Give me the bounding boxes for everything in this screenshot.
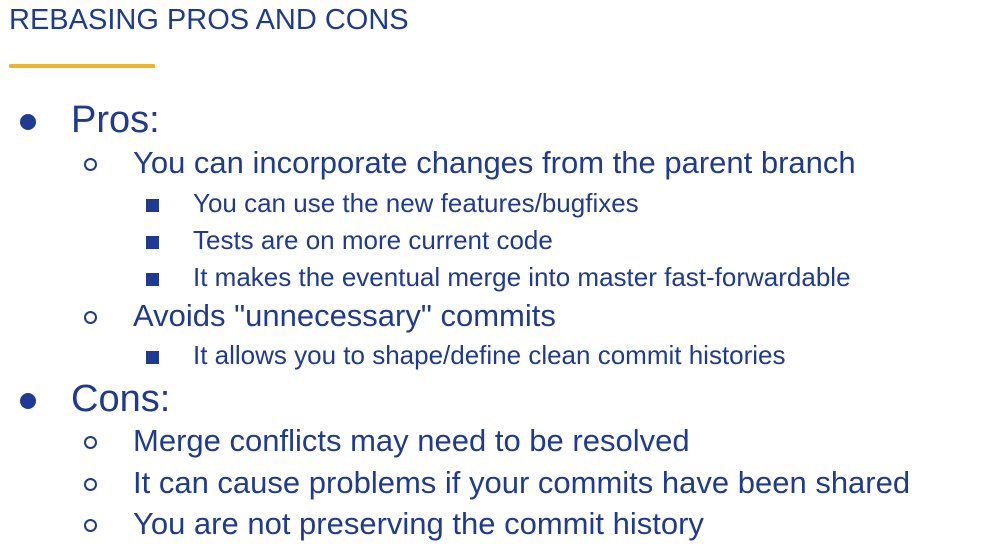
square-bullet-icon (146, 236, 159, 249)
cons-label: Cons: (71, 378, 171, 420)
list-item-text: It allows you to shape/define clean comm… (193, 340, 786, 370)
list-item-text: Tests are on more current code (193, 225, 553, 255)
hollow-circle-bullet-icon (84, 158, 97, 171)
hollow-circle-bullet-icon (84, 436, 97, 449)
list-item-text: You can incorporate changes from the par… (133, 145, 856, 180)
square-bullet-icon (146, 199, 159, 212)
filled-circle-bullet-icon (20, 114, 36, 130)
title-underline (9, 64, 155, 68)
hollow-circle-bullet-icon (84, 311, 97, 324)
list-item-text: Avoids "unnecessary" commits (133, 298, 556, 333)
hollow-circle-bullet-icon (84, 478, 97, 491)
slide-title: REBASING PROS AND CONS (9, 4, 409, 36)
square-bullet-icon (146, 273, 159, 286)
list-item-text: Merge conflicts may need to be resolved (133, 423, 690, 458)
hollow-circle-bullet-icon (84, 519, 97, 532)
pros-label: Pros: (71, 99, 160, 141)
square-bullet-icon (146, 351, 159, 364)
list-item-text: You can use the new features/bugfixes (193, 188, 639, 218)
list-item-text: It can cause problems if your commits ha… (133, 465, 911, 500)
list-item-text: You are not preserving the commit histor… (133, 506, 704, 541)
list-item-text: It makes the eventual merge into master … (193, 262, 851, 292)
filled-circle-bullet-icon (20, 393, 36, 409)
